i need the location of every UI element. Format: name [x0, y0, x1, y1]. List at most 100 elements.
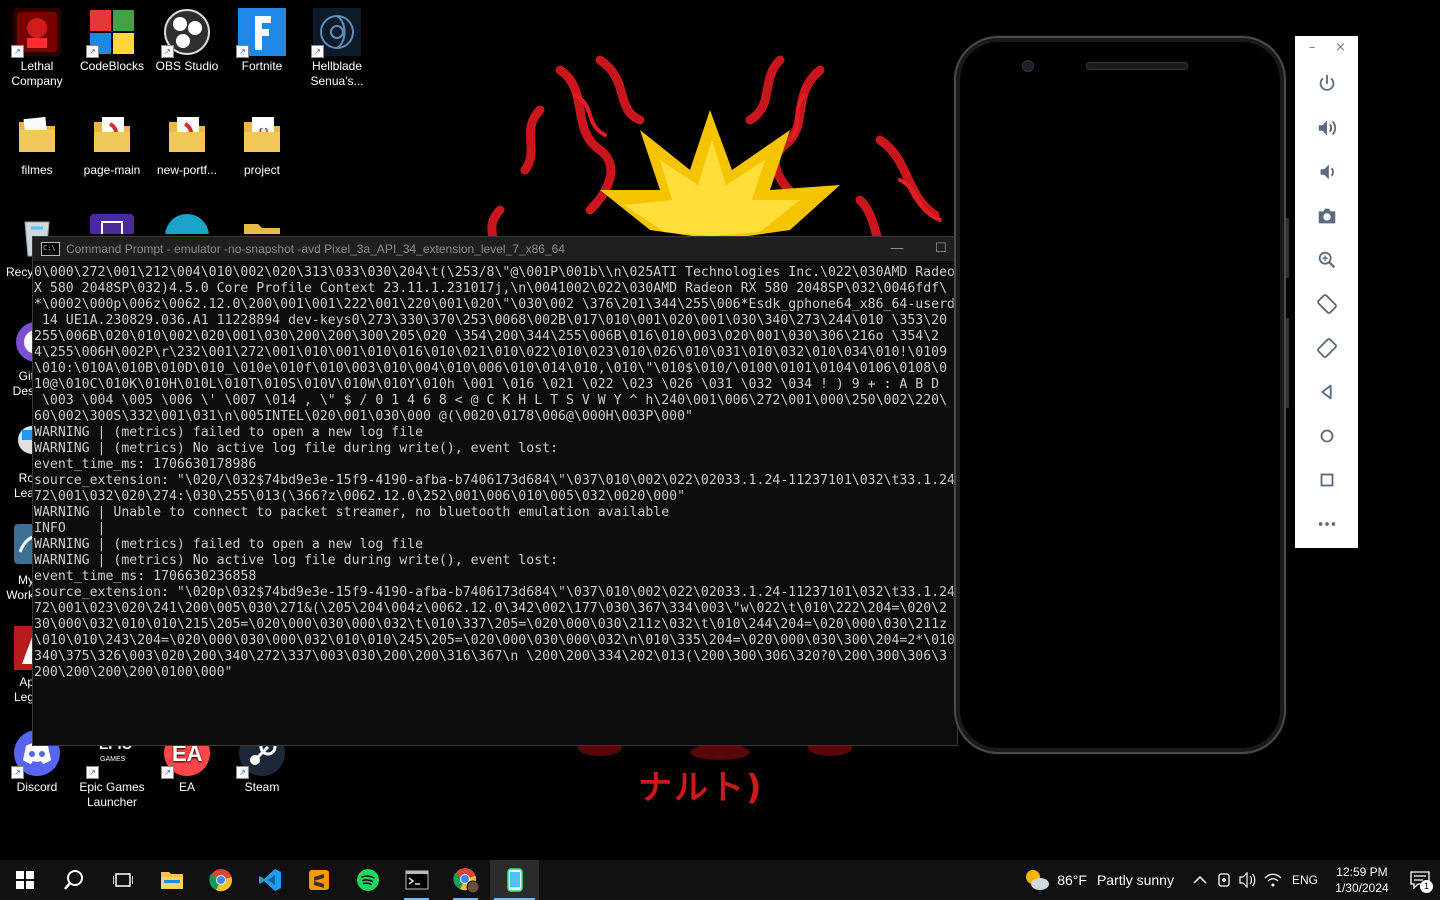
minimize-button[interactable]: — [875, 237, 919, 261]
show-hidden-icons-button[interactable] [1188, 860, 1212, 900]
desktop-icon-hellblade[interactable]: ↗ Hellblade Senua's... [300, 8, 374, 89]
screenshot-button[interactable] [1295, 194, 1358, 238]
desktop-icon-codeblocks[interactable]: ↗ CodeBlocks [75, 8, 149, 74]
github-desktop-icon [12, 318, 34, 366]
cmd-output-line: WARNING | (metrics) No active log file d… [34, 441, 559, 456]
weather-temperature: 86°F [1057, 872, 1087, 888]
taskbar-spotify[interactable] [343, 860, 392, 900]
cmd-output-line: X 580 2048SP\032)4.5.0 Core Profile Cont… [34, 281, 948, 296]
language-label: ENG [1291, 873, 1318, 887]
cmd-output-line: \010:\010A\010B\010D\010_\010e\010f\010\… [34, 361, 948, 376]
command-prompt-window[interactable]: C:\ Command Prompt - emulator -no-snapsh… [32, 236, 958, 746]
cmd-output-line: WARNING | (metrics) failed to open a new… [34, 425, 424, 440]
taskbar-chrome-profile[interactable] [441, 860, 490, 900]
chrome-icon [208, 869, 232, 892]
shortcut-arrow-icon: ↗ [161, 45, 174, 58]
cmd-window-title: Command Prompt - emulator -no-snapshot -… [66, 242, 565, 256]
meet-now-button[interactable] [1212, 860, 1236, 900]
desktop-icon-label: Fortnite [241, 59, 283, 73]
shortcut-arrow-icon: ↗ [86, 766, 99, 779]
shortcut-arrow-icon: ↗ [11, 45, 24, 58]
desktop-icon-label: filmes [21, 163, 53, 177]
power-button[interactable] [1295, 62, 1358, 106]
desktop-icon-obs-studio[interactable]: ↗ OBS Studio [150, 8, 224, 74]
desktop-icon-label: new-portf... [156, 163, 218, 177]
cmd-output-line: \010\010\243\204=\020\000\030\000\032\01… [34, 633, 955, 648]
volume-down-button[interactable] [1295, 150, 1358, 194]
apex-legends-icon [12, 624, 34, 672]
more-button[interactable] [1295, 502, 1358, 546]
emulator-minimize-button[interactable]: – [1309, 40, 1316, 55]
search-button[interactable] [49, 860, 98, 900]
desktop-icon-fortnite[interactable]: ↗ Fortnite [225, 8, 299, 74]
desktop-folder-project[interactable]: {} project [225, 112, 299, 178]
desktop-folder-new-portfolio[interactable]: new-portf... [150, 112, 224, 178]
network-button[interactable] [1260, 860, 1286, 900]
desktop-icon-roblox[interactable]: Ro Lea [0, 420, 34, 501]
cmd-output-line: *\0002\000p\006z\0062.12.0\200\001\001\2… [34, 297, 957, 312]
desktop-icon-label: Ro [18, 471, 34, 485]
cmd-output-line: INFO | [34, 521, 106, 536]
desktop-icon-mysql-workbench[interactable]: My Work [0, 522, 34, 603]
home-button[interactable] [1295, 414, 1358, 458]
desktop-icon-label: Discord [16, 780, 58, 794]
desktop-icon-partial-chip[interactable] [75, 212, 149, 237]
weather-widget[interactable]: 86°F Partly sunny [1009, 860, 1188, 900]
emulator-phone-frame[interactable] [954, 36, 1289, 754]
desktop-folder-filmes[interactable]: filmes [0, 112, 74, 178]
cmd-output-line: 10@\010C\010K\010H\010L\010T\010S\010V\0… [34, 377, 940, 392]
taskbar-file-explorer[interactable] [147, 860, 196, 900]
folder-icon [163, 112, 211, 160]
app-icon [88, 212, 136, 234]
task-view-button[interactable] [98, 860, 147, 900]
earpiece-speaker [1086, 62, 1188, 70]
taskbar: 86°F Partly sunny ENG 12:59 PM 1/30/2024… [0, 860, 1440, 900]
cmd-output-line: source_extension: "\020/\032$74bd9e3e-15… [34, 473, 955, 488]
desktop-icon-git-desktop[interactable]: Git Des [0, 318, 34, 399]
zoom-icon [1318, 251, 1335, 269]
desktop-icon-label: My [18, 573, 34, 587]
taskbar-sublime[interactable] [294, 860, 343, 900]
folder-icon [13, 112, 61, 160]
phone-volume-key[interactable] [1286, 318, 1289, 408]
taskbar-android-emulator[interactable] [490, 860, 539, 900]
taskbar-vscode[interactable] [245, 860, 294, 900]
desktop-icon-apex-legends[interactable]: Ap Leg [0, 624, 34, 705]
phone-power-key[interactable] [1286, 218, 1289, 278]
language-indicator[interactable]: ENG [1286, 860, 1324, 900]
start-icon [15, 871, 34, 889]
desktop-icon-partial-folder[interactable] [225, 214, 299, 237]
cmd-output-line: 200\200\200\200\0100\000" [34, 665, 233, 680]
sublime-icon [308, 870, 329, 890]
home-icon [1320, 429, 1333, 443]
desktop-icon-label: EA [178, 780, 195, 794]
rotate-right-button[interactable] [1295, 326, 1358, 370]
desktop-icon-partial-circle[interactable] [150, 212, 224, 237]
cmd-titlebar[interactable]: C:\ Command Prompt - emulator -no-snapsh… [33, 237, 957, 261]
svg-text:GAMES: GAMES [100, 756, 126, 763]
shortcut-arrow-icon: ↗ [236, 45, 249, 58]
cmd-output-line: event_time_ms: 1706630178986 [34, 457, 257, 472]
shortcut-arrow-icon: ↗ [11, 766, 24, 779]
power-icon [1319, 74, 1334, 91]
taskbar-chrome[interactable] [196, 860, 245, 900]
overview-button[interactable] [1295, 458, 1358, 502]
start-button[interactable] [0, 860, 49, 900]
cmd-output-line: event_time_ms: 1706630236858 [34, 569, 257, 584]
clock[interactable]: 12:59 PM 1/30/2024 [1324, 860, 1400, 900]
volume-up-button[interactable] [1295, 106, 1358, 150]
taskbar-terminal[interactable] [392, 860, 441, 900]
emulator-close-button[interactable]: × [1335, 40, 1346, 55]
desktop-folder-page-main[interactable]: page-main [75, 112, 149, 178]
volume-button[interactable] [1236, 860, 1260, 900]
desktop-icon-label: Leg [13, 690, 34, 704]
cmd-output-line: 4\255\006H\002P\r\232\001\272\001\010\00… [34, 345, 948, 360]
desktop-icon-lethal-company[interactable]: ↗ Lethal Company [0, 8, 74, 89]
zoom-button[interactable] [1295, 238, 1358, 282]
volume-up-icon [1318, 120, 1336, 136]
cmd-output[interactable]: 0\000\272\001\212\004\010\002\020\313\03… [34, 265, 957, 745]
rotate-left-button[interactable] [1295, 282, 1358, 326]
back-button[interactable] [1295, 370, 1358, 414]
notification-center-button[interactable]: 1 [1400, 860, 1440, 900]
file-explorer-icon [160, 872, 183, 889]
